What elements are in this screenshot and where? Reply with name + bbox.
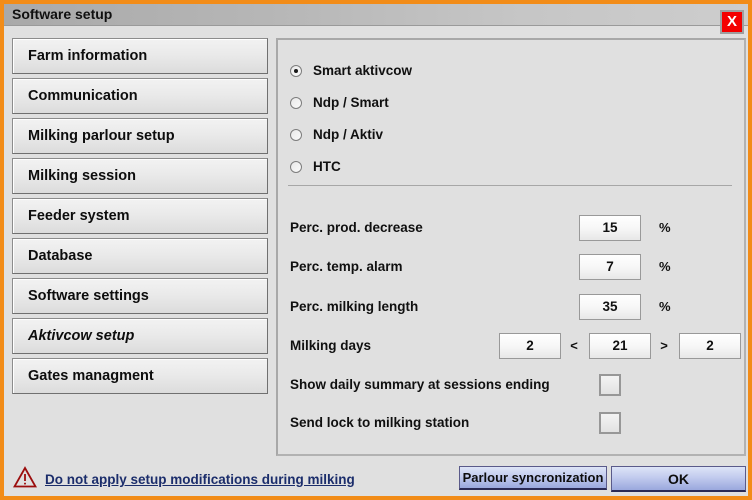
sidebar-item-database[interactable]: Database xyxy=(12,238,268,274)
radio-icon-unselected[interactable] xyxy=(290,96,302,109)
label-milking-days: Milking days xyxy=(290,338,372,353)
field-row-milking-days: Milking days 2 < 21 > 2 xyxy=(290,332,741,359)
field-row-temp-alarm: Perc. temp. alarm 7 % xyxy=(290,253,734,280)
sidebar: Farm information Communication Milking p… xyxy=(12,38,268,398)
input-prod-decrease[interactable]: 15 xyxy=(579,214,641,241)
radio-label-ndp-aktiv: Ndp / Aktiv xyxy=(313,127,384,142)
field-row-show-daily-summary: Show daily summary at sessions ending xyxy=(290,373,734,396)
field-row-milking-length: Perc. milking length 35 % xyxy=(290,293,734,320)
sidebar-item-software-settings[interactable]: Software settings xyxy=(12,278,268,314)
warning-notice: Do not apply setup modifications during … xyxy=(12,466,355,493)
warning-triangle-icon xyxy=(12,466,38,493)
sidebar-item-aktivcow-setup[interactable]: Aktivcow setup xyxy=(12,318,268,354)
radio-option-ndp-aktiv[interactable]: Ndp / Aktiv xyxy=(290,127,383,142)
label-temp-alarm: Perc. temp. alarm xyxy=(290,259,403,274)
software-setup-window: Software setup X Farm information Commun… xyxy=(0,0,752,500)
radio-option-ndp-smart[interactable]: Ndp / Smart xyxy=(290,95,389,110)
unit-temp-alarm: % xyxy=(659,259,671,274)
label-send-lock: Send lock to milking station xyxy=(290,415,470,430)
warning-message[interactable]: Do not apply setup modifications during … xyxy=(45,472,355,487)
input-milking-days-mid[interactable]: 21 xyxy=(589,332,651,359)
checkbox-show-daily-summary[interactable] xyxy=(599,373,621,396)
title-bar: Software setup xyxy=(4,4,748,26)
field-row-prod-decrease: Perc. prod. decrease 15 % xyxy=(290,214,734,241)
section-divider xyxy=(288,185,732,186)
radio-icon-selected[interactable] xyxy=(290,64,302,77)
operator-less-than: < xyxy=(570,338,578,353)
sidebar-item-gates-managment[interactable]: Gates managment xyxy=(12,358,268,394)
input-milking-days-max[interactable]: 2 xyxy=(679,332,741,359)
parlour-syncronization-button[interactable]: Parlour syncronization xyxy=(459,466,607,490)
operator-greater-than: > xyxy=(660,338,668,353)
ok-button[interactable]: OK xyxy=(611,466,746,492)
sidebar-item-milking-parlour-setup[interactable]: Milking parlour setup xyxy=(12,118,268,154)
input-temp-alarm[interactable]: 7 xyxy=(579,253,641,280)
sidebar-item-farm-information[interactable]: Farm information xyxy=(12,38,268,74)
close-icon[interactable]: X xyxy=(720,10,744,34)
radio-label-htc: HTC xyxy=(313,159,341,174)
radio-option-htc[interactable]: HTC xyxy=(290,159,341,174)
sidebar-item-milking-session[interactable]: Milking session xyxy=(12,158,268,194)
settings-panel: Smart aktivcow Ndp / Smart Ndp / Aktiv H… xyxy=(276,38,746,456)
radio-option-smart-aktivcow[interactable]: Smart aktivcow xyxy=(290,63,412,78)
radio-icon-unselected[interactable] xyxy=(290,160,302,173)
sidebar-item-feeder-system[interactable]: Feeder system xyxy=(12,198,268,234)
checkbox-send-lock[interactable] xyxy=(599,411,621,434)
window-title: Software setup xyxy=(12,6,113,22)
label-prod-decrease: Perc. prod. decrease xyxy=(290,220,423,235)
radio-icon-unselected[interactable] xyxy=(290,128,302,141)
unit-milking-length: % xyxy=(659,299,671,314)
unit-prod-decrease: % xyxy=(659,220,671,235)
input-milking-length[interactable]: 35 xyxy=(579,293,641,320)
label-milking-length: Perc. milking length xyxy=(290,299,419,314)
radio-label-ndp-smart: Ndp / Smart xyxy=(313,95,389,110)
input-milking-days-min[interactable]: 2 xyxy=(499,332,561,359)
radio-label-smart-aktivcow: Smart aktivcow xyxy=(313,63,413,78)
field-row-send-lock: Send lock to milking station xyxy=(290,411,734,434)
label-show-daily-summary: Show daily summary at sessions ending xyxy=(290,377,550,392)
sidebar-item-communication[interactable]: Communication xyxy=(12,78,268,114)
